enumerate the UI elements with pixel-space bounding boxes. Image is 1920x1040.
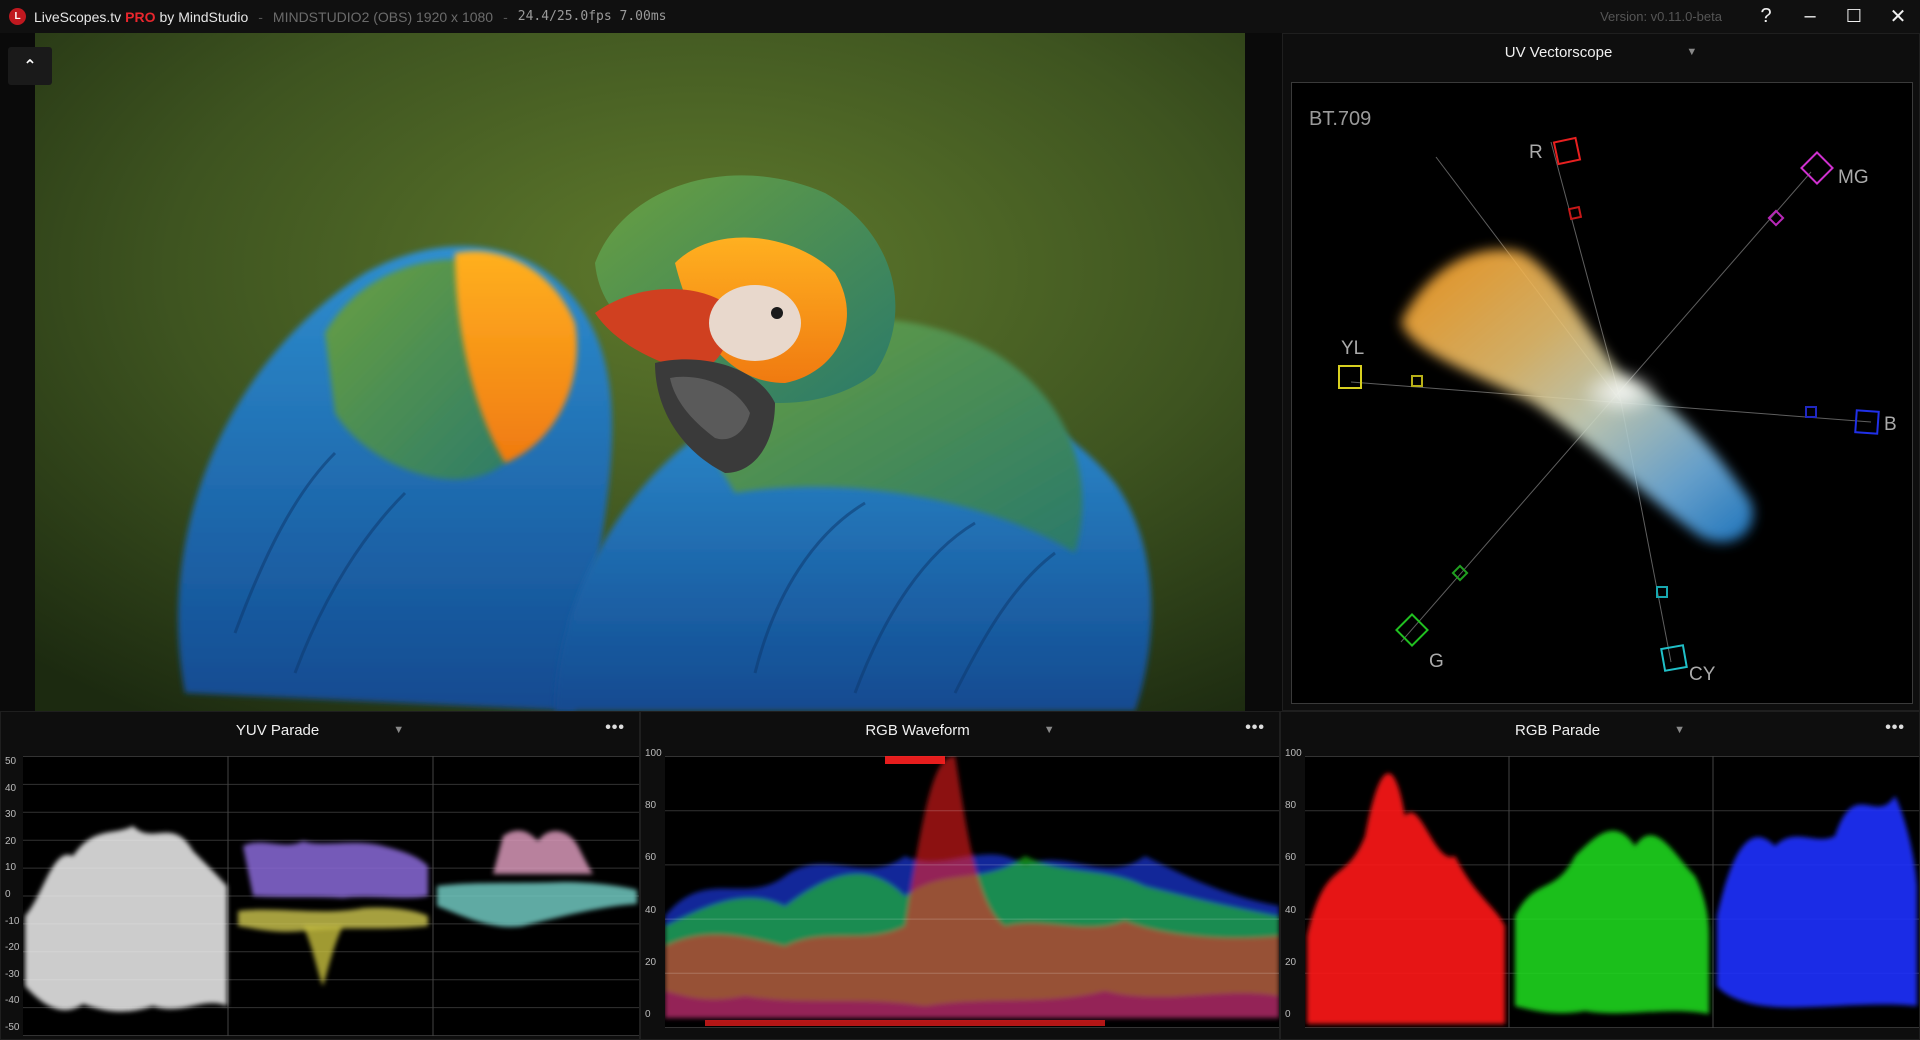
title-separator: -	[503, 8, 508, 25]
y-tick-label: 40	[5, 782, 17, 794]
y-tick-label: -50	[5, 1022, 20, 1033]
vectorscope-panel: UV Vectorscope ▼ BT.709 R MG B CY G YL	[1282, 33, 1920, 711]
y-tick-label: 10	[5, 862, 17, 874]
video-preview: ⌃	[0, 33, 1282, 711]
app-name: LiveScopes.tv	[34, 8, 122, 25]
label-mg: MG	[1838, 167, 1869, 188]
title-separator: -	[258, 8, 263, 25]
y-tick-label: 80	[1285, 800, 1297, 812]
close-button[interactable]: ✕	[1876, 0, 1920, 33]
pro-badge: PRO	[125, 8, 156, 25]
chevron-up-icon: ⌃	[23, 58, 37, 75]
app-logo-icon: L	[9, 8, 26, 25]
app-author: by MindStudio	[159, 8, 249, 25]
maximize-button[interactable]: ☐	[1832, 0, 1876, 33]
label-cy: CY	[1689, 664, 1716, 685]
rgb-parade-header[interactable]: RGB Parade ▼ •••	[1281, 712, 1919, 748]
y-tick-label: 40	[645, 904, 657, 916]
fps-stats: 24.4/25.0fps 7.00ms	[517, 9, 667, 24]
label-g: G	[1429, 651, 1444, 672]
y-tick-label: 20	[5, 835, 17, 847]
y-tick-label: 60	[645, 852, 657, 864]
y-tick-label: 100	[1285, 748, 1302, 759]
label-r: R	[1529, 142, 1543, 163]
vectorscope-plot: BT.709 R MG B CY G YL	[1291, 82, 1913, 704]
rgb-parade-panel: RGB Parade ▼ ••• 100 80 60 40 20 0	[1280, 711, 1920, 1040]
y-tick-label: 60	[1285, 852, 1297, 864]
collapse-button[interactable]: ⌃	[8, 47, 52, 85]
rgb-waveform-header[interactable]: RGB Waveform ▼ •••	[641, 712, 1279, 748]
help-button[interactable]: ?	[1744, 0, 1788, 33]
dropdown-caret-icon[interactable]: ▼	[393, 724, 404, 736]
y-tick-label: 0	[645, 1009, 651, 1020]
y-tick-label: 20	[1285, 956, 1297, 968]
y-tick-label: 0	[1285, 1009, 1291, 1020]
label-b: B	[1884, 414, 1897, 435]
video-image	[35, 33, 1245, 711]
rgb-waveform-panel: RGB Waveform ▼ ••• 100 80 60 40 20 0	[640, 711, 1280, 1040]
vectorscope-header[interactable]: UV Vectorscope ▼	[1283, 34, 1919, 70]
dropdown-caret-icon[interactable]: ▼	[1686, 46, 1697, 58]
yuv-parade-header[interactable]: YUV Parade ▼ •••	[1, 712, 639, 748]
rgb-waveform-plot	[665, 756, 1279, 1028]
yuv-parade-plot	[23, 756, 639, 1036]
y-tick-label: 100	[645, 748, 662, 759]
y-axis-ticks: 50 40 30 20 10 0 -10 -20 -30 -40 -50	[5, 756, 23, 1036]
dropdown-caret-icon[interactable]: ▼	[1674, 724, 1685, 736]
label-yl: YL	[1341, 338, 1364, 359]
rgb-waveform-title: RGB Waveform	[865, 721, 970, 739]
y-axis-ticks: 100 80 60 40 20 0	[645, 748, 665, 1023]
y-tick-label: -20	[5, 942, 20, 954]
y-tick-label: -30	[5, 968, 20, 980]
y-axis-ticks: 100 80 60 40 20 0	[1285, 748, 1305, 1023]
yuv-parade-panel: YUV Parade ▼ ••• 50 40 30 20 10 0 -10 -20 -30 -40…	[0, 711, 640, 1040]
more-options-icon[interactable]: •••	[605, 719, 625, 737]
video-frame	[35, 33, 1245, 711]
y-tick-label: 50	[5, 756, 17, 767]
rgb-parade-title: RGB Parade	[1515, 721, 1601, 739]
y-tick-label: 40	[1285, 904, 1297, 916]
source-info: MINDSTUDIO2 (OBS) 1920 x 1080	[272, 8, 494, 25]
minimize-button[interactable]: –	[1788, 0, 1832, 33]
dropdown-caret-icon[interactable]: ▼	[1044, 724, 1055, 736]
more-options-icon[interactable]: •••	[1885, 719, 1905, 737]
title-bar: L LiveScopes.tv PRO by MindStudio - MIND…	[0, 0, 1920, 33]
more-options-icon[interactable]: •••	[1245, 719, 1265, 737]
y-tick-label: 0	[5, 889, 11, 900]
version-label: Version: v0.11.0-beta	[1600, 9, 1722, 24]
y-tick-label: 20	[645, 956, 657, 968]
y-tick-label: 80	[645, 800, 657, 812]
y-tick-label: 30	[5, 809, 17, 821]
y-tick-label: -40	[5, 995, 20, 1007]
yuv-parade-title: YUV Parade	[235, 721, 320, 739]
rgb-parade-plot	[1305, 756, 1919, 1028]
y-tick-label: -10	[5, 915, 20, 927]
vectorscope-standard: BT.709	[1309, 108, 1371, 130]
vectorscope-title: UV Vectorscope	[1504, 43, 1613, 61]
